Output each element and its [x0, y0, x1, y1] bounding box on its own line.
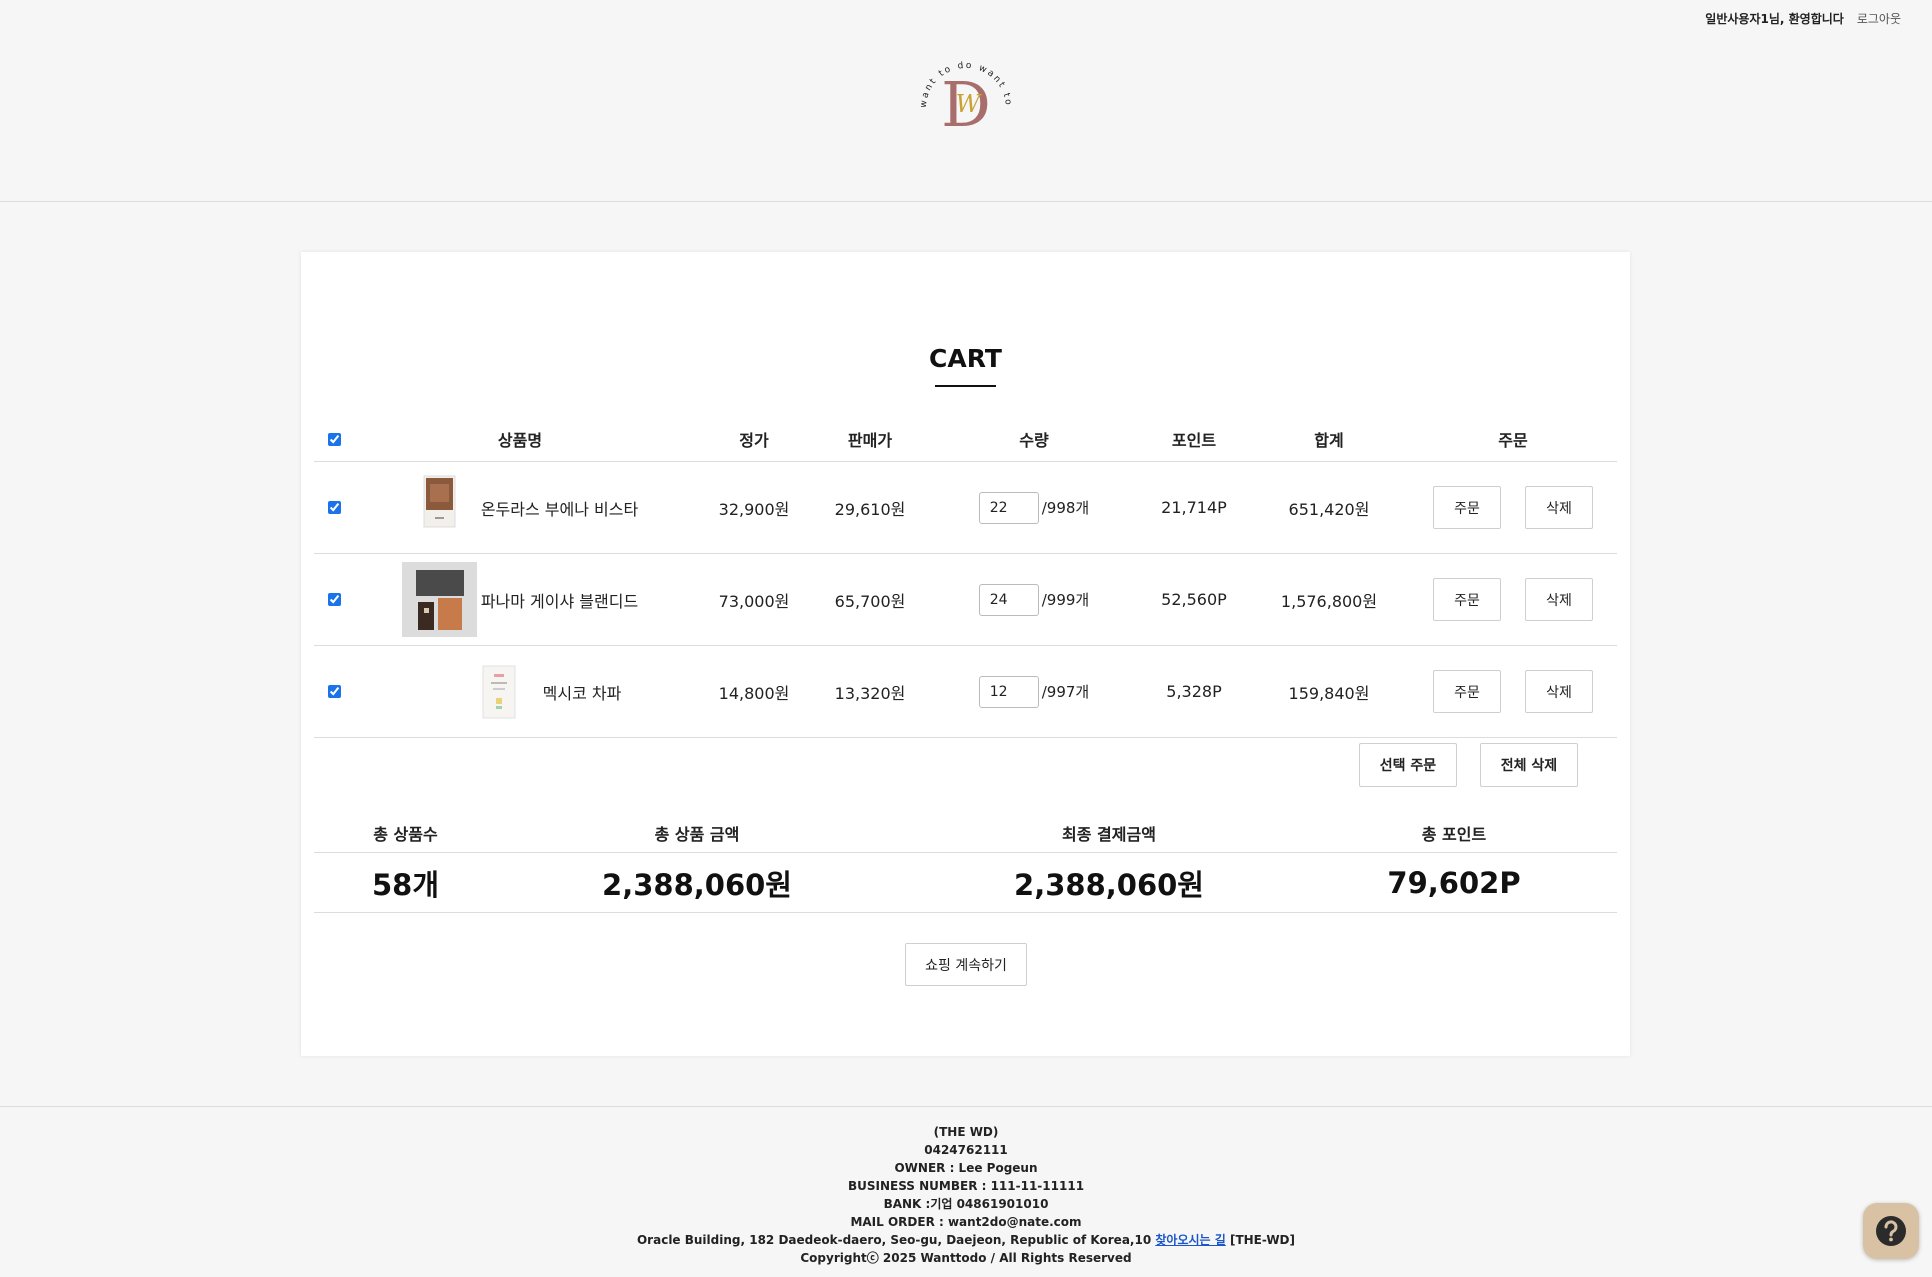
final-payment-value: 2,388,060원 [1014, 867, 1204, 902]
site-header: 일반사용자1님, 환영합니다 로그아웃 want to do want to d… [0, 0, 1932, 202]
footer-company: (THE WD) [933, 1125, 999, 1139]
table-row: 온두라스 부에나 비스타 32,900원 29,610원 /998개 21,71… [314, 462, 1617, 554]
final-payment-label: 최종 결제금액 [1062, 824, 1156, 844]
footer-address: Oracle Building, 182 Daedeok-daero, Seo-… [636, 1233, 1152, 1247]
product-thumbnail[interactable] [479, 654, 519, 729]
directions-link[interactable]: 찾아오시는 길 [1155, 1233, 1225, 1247]
product-name[interactable]: 파나마 게이샤 블랜디드 [481, 588, 638, 612]
table-row: 멕시코 차파 14,800원 13,320원 /997개 5,328P 159,… [314, 646, 1617, 738]
sale-price: 29,610원 [834, 499, 906, 519]
footer-address-suffix: [THE-WD] [1229, 1233, 1296, 1247]
point-value: 52,560P [1161, 590, 1227, 609]
total-amount-value: 2,388,060원 [602, 867, 792, 902]
column-header-sale-price: 판매가 [847, 431, 893, 450]
point-value: 21,714P [1161, 498, 1227, 517]
total-point-label: 총 포인트 [1421, 824, 1487, 844]
welcome-message: 일반사용자1님, 환영합니다 [1705, 12, 1844, 26]
footer-copyright: Copyrightⓒ 2025 Wanttodo / All Rights Re… [800, 1251, 1132, 1265]
table-header-row: 상품명 정가 판매가 수량 포인트 합계 주문 [314, 417, 1617, 462]
column-header-sum: 합계 [1314, 431, 1344, 450]
order-button[interactable]: 주문 [1433, 670, 1501, 713]
footer-business-number: BUSINESS NUMBER : 111-11-11111 [847, 1179, 1085, 1193]
sale-price: 13,320원 [834, 683, 906, 703]
product-name[interactable]: 온두라스 부에나 비스타 [481, 496, 638, 520]
total-amount-label: 총 상품 금액 [654, 824, 740, 844]
quantity-input[interactable] [978, 583, 1039, 616]
item-sum: 651,420원 [1288, 499, 1370, 519]
sale-price: 65,700원 [834, 591, 906, 611]
order-button[interactable]: 주문 [1433, 486, 1501, 529]
product-name[interactable]: 멕시코 차파 [543, 680, 622, 704]
item-sum: 159,840원 [1288, 683, 1370, 703]
stock-count: /998개 [1041, 499, 1090, 517]
point-value: 5,328P [1166, 682, 1222, 701]
logout-link[interactable]: 로그아웃 [1857, 10, 1901, 27]
product-thumbnail[interactable] [402, 470, 477, 545]
stock-count: /997개 [1041, 683, 1090, 701]
cart-table: 상품명 정가 판매가 수량 포인트 합계 주문 온두라스 부에나 비스타 32,… [314, 417, 1617, 738]
item-checkbox[interactable] [327, 501, 341, 514]
title-underline [935, 385, 996, 387]
select-all-checkbox[interactable] [327, 432, 341, 446]
page-title: CART [929, 344, 1002, 373]
product-thumbnail[interactable] [401, 562, 477, 637]
quantity-input[interactable] [978, 491, 1039, 524]
order-button[interactable]: 주문 [1433, 578, 1501, 621]
totals-summary: 총 상품수 총 상품 금액 최종 결제금액 총 포인트 58개 2,388,06… [314, 813, 1617, 913]
total-point-value: 79,602P [1387, 865, 1521, 900]
continue-shopping-button[interactable]: 쇼핑 계속하기 [905, 943, 1027, 986]
column-header-order: 주문 [1498, 431, 1528, 450]
column-header-name: 상품명 [497, 431, 543, 450]
column-header-price: 정가 [739, 431, 769, 450]
list-price: 14,800원 [718, 683, 790, 703]
list-price: 73,000원 [718, 591, 790, 611]
question-mark-icon [1876, 1216, 1906, 1246]
site-footer: (THE WD) 0424762111 OWNER : Lee Pogeun B… [0, 1106, 1932, 1277]
footer-bank: BANK :기업 04861901010 [883, 1197, 1049, 1211]
item-checkbox[interactable] [327, 593, 341, 606]
quantity-input[interactable] [978, 675, 1039, 708]
list-price: 32,900원 [718, 499, 790, 519]
site-logo[interactable]: want to do want to do want to do D W [912, 46, 1020, 140]
logo-letter-w: W [956, 90, 983, 118]
item-checkbox[interactable] [327, 685, 341, 698]
bulk-actions: 선택 주문 전체 삭제 [1359, 743, 1578, 787]
total-count-label: 총 상품수 [373, 824, 438, 844]
delete-all-button[interactable]: 전체 삭제 [1480, 743, 1578, 787]
cart-card: CART 상품명 정가 판매가 수량 포인트 합계 주문 온두라스 부에나 비스… [301, 252, 1630, 1056]
column-header-point: 포인트 [1171, 431, 1217, 450]
totals-header-row: 총 상품수 총 상품 금액 최종 결제금액 총 포인트 [314, 813, 1617, 853]
table-row: 파나마 게이샤 블랜디드 73,000원 65,700원 /999개 52,56… [314, 554, 1617, 646]
user-bar: 일반사용자1님, 환영합니다 로그아웃 [1705, 10, 1901, 27]
order-selected-button[interactable]: 선택 주문 [1359, 743, 1457, 787]
footer-address-line: Oracle Building, 182 Daedeok-daero, Seo-… [0, 1231, 1932, 1249]
delete-button[interactable]: 삭제 [1525, 670, 1593, 713]
total-count-value: 58개 [371, 867, 440, 902]
column-header-quantity: 수량 [1019, 431, 1049, 450]
footer-phone: 0424762111 [924, 1143, 1008, 1157]
totals-value-row: 58개 2,388,060원 2,388,060원 79,602P [314, 853, 1617, 913]
item-sum: 1,576,800원 [1280, 591, 1378, 611]
help-button[interactable] [1863, 1203, 1919, 1259]
delete-button[interactable]: 삭제 [1525, 486, 1593, 529]
footer-owner: OWNER : Lee Pogeun [894, 1161, 1038, 1175]
footer-mail: MAIL ORDER : want2do@nate.com [850, 1215, 1082, 1229]
delete-button[interactable]: 삭제 [1525, 578, 1593, 621]
stock-count: /999개 [1041, 591, 1090, 609]
